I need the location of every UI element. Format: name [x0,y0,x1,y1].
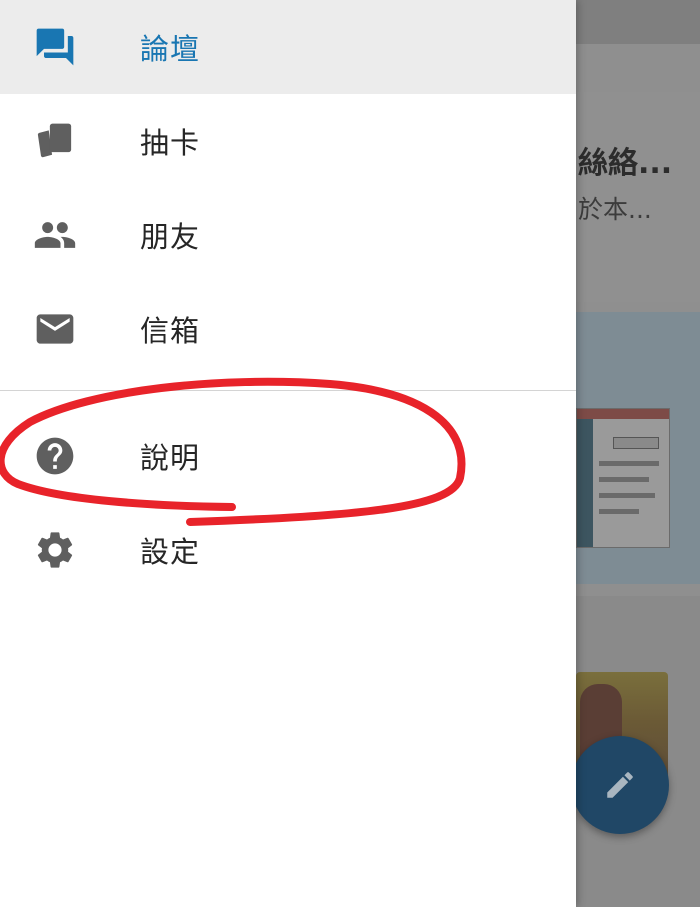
background-post-excerpt: 於本... [578,195,652,224]
nav-item-mailbox[interactable]: 信箱 [0,282,576,376]
background-post-title: 絲絡... [578,146,673,181]
nav-label: 說明 [140,441,201,475]
nav-label: 設定 [140,535,201,569]
navigation-drawer: 論壇 抽卡 朋友 信箱 說明 設定 [0,0,576,907]
nav-item-settings[interactable]: 設定 [0,503,576,597]
compose-button[interactable] [571,736,669,834]
nav-label: 信箱 [140,314,201,348]
pencil-icon [607,772,633,798]
nav-label: 抽卡 [140,126,201,160]
background-post-thumbnail [576,408,670,548]
settings-icon [33,528,77,572]
mail-icon [33,307,77,351]
people-icon [33,213,77,257]
nav-item-help[interactable]: 說明 [0,409,576,503]
help-icon [33,434,77,478]
drawer-divider [0,390,576,391]
nav-item-friends[interactable]: 朋友 [0,188,576,282]
nav-label: 論壇 [140,32,201,66]
forum-icon [33,25,77,69]
nav-item-forum[interactable]: 論壇 [0,0,576,94]
nav-label: 朋友 [140,220,201,254]
nav-item-cards[interactable]: 抽卡 [0,94,576,188]
cards-icon [33,119,77,163]
